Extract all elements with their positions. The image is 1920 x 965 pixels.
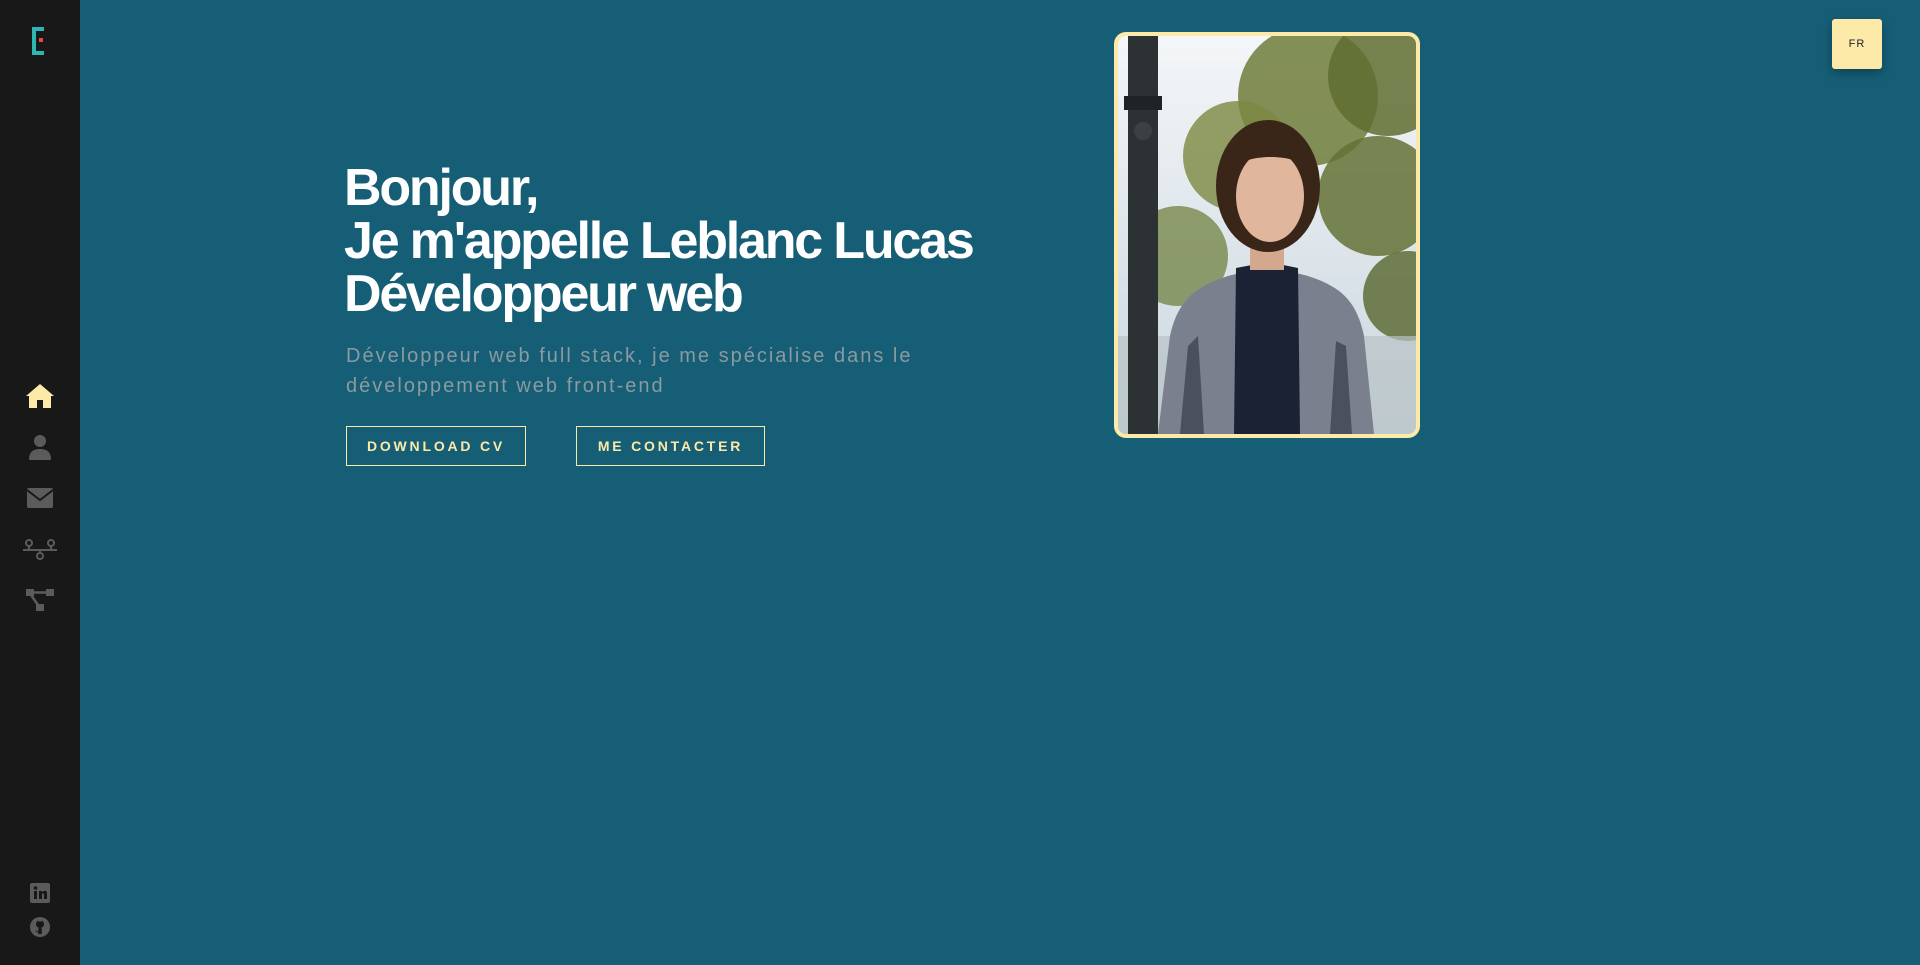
github-link[interactable] [0, 912, 80, 946]
network-icon [23, 537, 57, 561]
hero-heading: Bonjour, Je m'appelle Leblanc Lucas Déve… [344, 162, 1044, 321]
user-icon [28, 434, 52, 460]
sidebar [0, 0, 80, 965]
nav-item-skills[interactable] [0, 523, 80, 574]
download-cv-button[interactable]: DOWNLOAD CV [346, 426, 526, 466]
linkedin-icon [30, 882, 50, 908]
sidebar-nav [0, 370, 80, 625]
nav-item-about[interactable] [0, 421, 80, 472]
hero-buttons: DOWNLOAD CV ME CONTACTER [346, 426, 1044, 466]
nav-item-contact[interactable] [0, 472, 80, 523]
hero-section: Bonjour, Je m'appelle Leblanc Lucas Déve… [344, 162, 1044, 466]
hero-role-line: Développeur web [344, 265, 744, 323]
github-icon [30, 916, 50, 942]
hero-name-line: Je m'appelle Leblanc Lucas [344, 212, 975, 270]
profile-photo [1114, 32, 1420, 438]
contact-button[interactable]: ME CONTACTER [576, 426, 765, 466]
brand-logo-icon[interactable] [30, 27, 50, 55]
linkedin-link[interactable] [0, 878, 80, 912]
envelope-icon [26, 487, 54, 509]
hero-greeting: Bonjour, [344, 159, 539, 217]
nav-item-home[interactable] [0, 370, 80, 421]
language-toggle-button[interactable]: FR [1832, 19, 1882, 69]
social-links [0, 878, 80, 946]
project-diagram-icon [25, 587, 55, 613]
home-icon [25, 383, 55, 409]
nav-item-projects[interactable] [0, 574, 80, 625]
hero-subtitle: Développeur web full stack, je me spécia… [346, 345, 913, 397]
